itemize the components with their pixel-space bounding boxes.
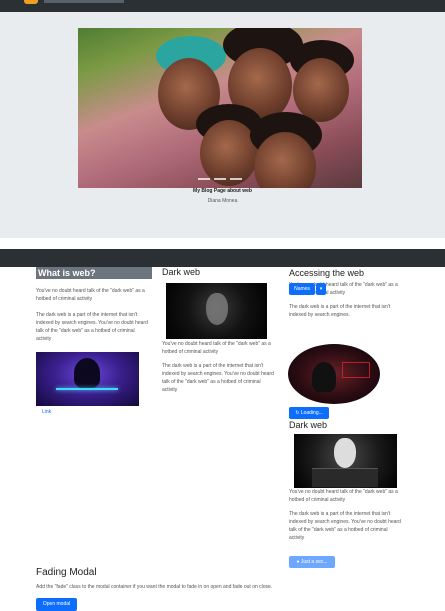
hero-author: Diana Monea	[207, 198, 238, 204]
anonymous-laptop-image	[294, 434, 397, 488]
paragraph: The dark web is a part of the internet t…	[289, 511, 401, 541]
hacker-screen-image	[288, 344, 380, 404]
modal-description: Add the "fade" class to the modal contai…	[36, 584, 273, 590]
hero-caption: My Blog Page about web	[193, 188, 252, 194]
section-title: Accessing the web	[289, 268, 365, 278]
names-button-label: Names	[294, 286, 310, 292]
column-dark-web-2-text: You've no doubt heard talk of the "dark …	[289, 488, 401, 542]
navbar	[0, 0, 445, 12]
section-title: What is web?	[36, 267, 152, 279]
mask-shape	[334, 438, 356, 468]
logo-icon[interactable]	[24, 0, 38, 4]
hacker-image	[36, 352, 139, 406]
open-modal-label: Open modal	[42, 601, 71, 607]
loading-button-label: Loading...	[300, 410, 323, 416]
modal-section-title: Fading Modal	[36, 567, 97, 578]
carousel-indicator[interactable]	[214, 178, 226, 180]
caret-down-icon: ▾	[319, 286, 323, 292]
hooded-figure-shape	[312, 362, 336, 392]
section-divider-bar	[0, 249, 445, 267]
dropdown-toggle[interactable]: ▾	[316, 283, 326, 295]
column-dark-web-2: Dark web	[289, 420, 327, 430]
carousel-indicator[interactable]	[230, 178, 242, 180]
paragraph: The dark web is a part of the internet t…	[36, 312, 148, 342]
hooded-figure-shape	[74, 358, 100, 388]
open-modal-button[interactable]: Open modal	[36, 598, 77, 611]
laptop-shape	[312, 468, 378, 487]
paragraph: The dark web is a part of the internet t…	[162, 363, 274, 393]
face-shape	[200, 120, 258, 186]
carousel-indicator[interactable]	[198, 178, 210, 180]
section-title: Dark web	[162, 267, 201, 277]
column-what-is-web: What is web? You've no doubt heard talk …	[36, 267, 152, 343]
just-a-sec-button[interactable]: ● Just a sec...	[289, 556, 335, 568]
link[interactable]: Link	[42, 409, 51, 415]
column-dark-web-text: You've no doubt heard talk of the "dark …	[162, 340, 274, 394]
loading-button[interactable]: ↻ Loading...	[289, 407, 329, 419]
paragraph: You've no doubt heard talk of the "dark …	[162, 341, 271, 355]
face-shape	[293, 58, 349, 122]
column-dark-web: Dark web	[162, 267, 200, 277]
hero-carousel-image[interactable]	[78, 28, 362, 188]
just-a-sec-label: Just a sec...	[300, 559, 328, 565]
navbar-brand[interactable]	[44, 0, 124, 3]
paragraph: The dark web is a part of the internet t…	[289, 304, 391, 318]
paragraph: You've no doubt heard talk of the "dark …	[289, 489, 398, 503]
paragraph: You've no doubt heard talk of the "dark …	[36, 288, 145, 302]
names-dropdown-button[interactable]: Names	[289, 283, 315, 295]
glow-line	[56, 388, 118, 390]
anonymous-mask-image	[166, 283, 267, 339]
hero-section: My Blog Page about web Diana Monea	[0, 12, 445, 238]
mask-shape	[206, 293, 228, 325]
section-title: Dark web	[289, 420, 328, 430]
screen-shape	[342, 362, 370, 378]
